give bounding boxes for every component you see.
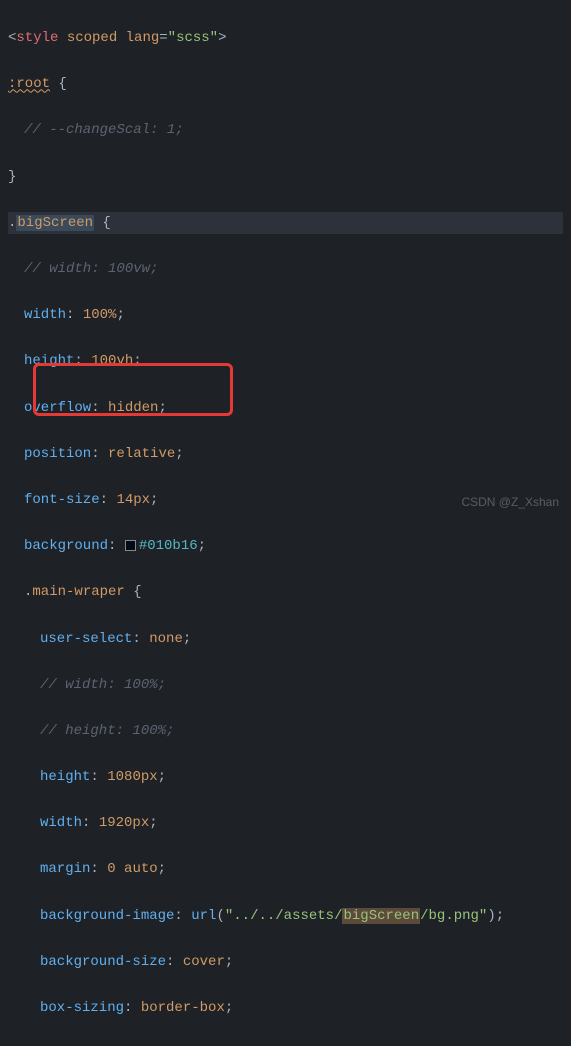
code-line-active: .bigScreen { bbox=[8, 212, 563, 235]
code-line: // width: 100%; bbox=[8, 674, 563, 697]
code-line: :root { bbox=[8, 73, 563, 96]
code-line: } bbox=[8, 166, 563, 189]
code-line: user-select: none; bbox=[8, 628, 563, 651]
code-editor[interactable]: <style scoped lang="scss"> :root { // --… bbox=[0, 0, 571, 1046]
code-line: overflow: hidden; bbox=[8, 397, 563, 420]
code-line: height: 100vh; bbox=[8, 350, 563, 373]
code-line: margin: 0 auto; bbox=[8, 858, 563, 881]
code-line: <style scoped lang="scss"> bbox=[8, 27, 563, 50]
code-line: width: 1920px; bbox=[8, 812, 563, 835]
code-line: box-sizing: border-box; bbox=[8, 997, 563, 1020]
color-swatch-icon bbox=[125, 540, 136, 551]
code-line: background-repeat: no-repeat; bbox=[8, 1043, 563, 1046]
watermark-text: CSDN @Z_Xshan bbox=[461, 493, 559, 513]
code-line: height: 1080px; bbox=[8, 766, 563, 789]
code-line: // width: 100vw; bbox=[8, 258, 563, 281]
code-line: width: 100%; bbox=[8, 304, 563, 327]
highlighted-path-segment: bigScreen bbox=[342, 908, 420, 924]
code-line: background: #010b16; bbox=[8, 535, 563, 558]
code-line: // --changeScal: 1; bbox=[8, 119, 563, 142]
code-line: // height: 100%; bbox=[8, 720, 563, 743]
code-line: .main-wraper { bbox=[8, 581, 563, 604]
highlighted-selector: bigScreen bbox=[16, 215, 94, 231]
code-line: position: relative; bbox=[8, 443, 563, 466]
code-line: background-size: cover; bbox=[8, 951, 563, 974]
code-line: background-image: url("../../assets/bigS… bbox=[8, 905, 563, 928]
